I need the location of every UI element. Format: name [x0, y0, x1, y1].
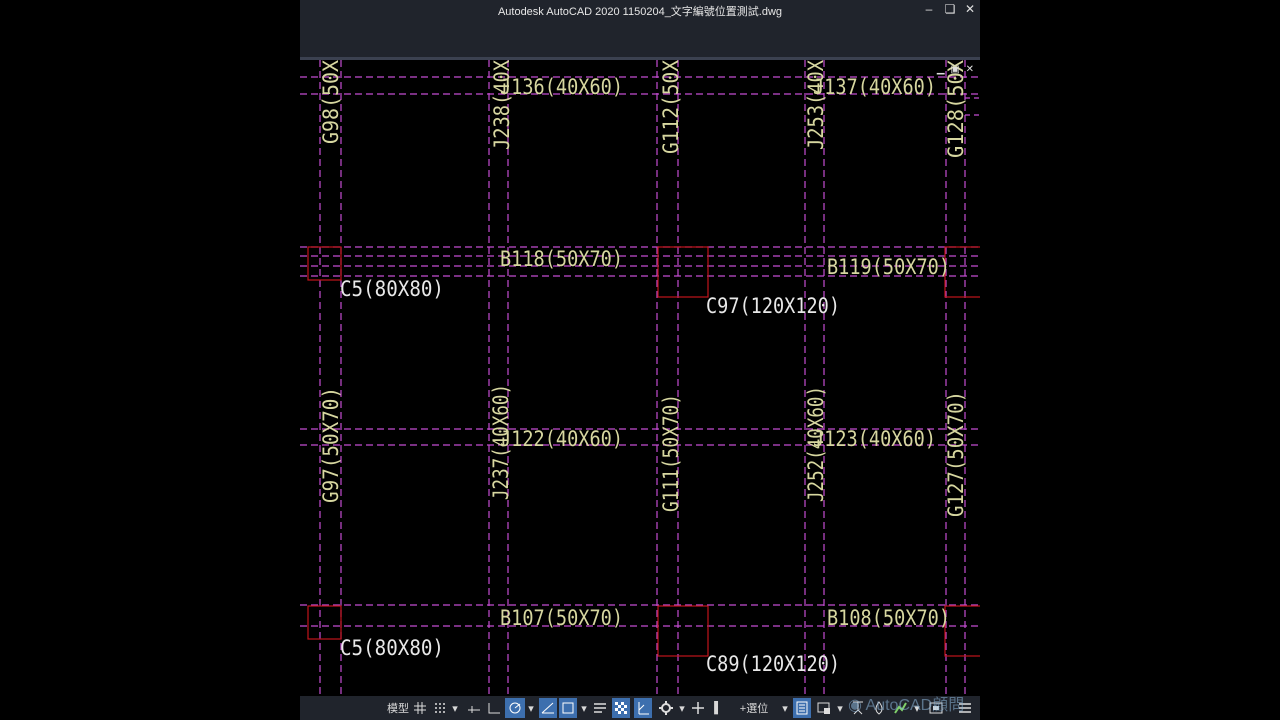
- minimize-icon[interactable]: –: [919, 1, 939, 17]
- beam-label: J123(40X60): [813, 427, 936, 451]
- window-title: Autodesk AutoCAD 2020 1150204_文字編號位置測試.d…: [497, 6, 783, 18]
- watermark-logo: ◉ AutoCAD顧問: [848, 697, 965, 714]
- girder-label: G112(50X: [659, 60, 683, 154]
- lineweight-icon[interactable]: [592, 698, 608, 718]
- beam-label: J136(40X60): [500, 75, 623, 99]
- columns: [307, 246, 980, 657]
- column-outline: [657, 605, 709, 657]
- column-label: C89(120X120): [706, 652, 840, 676]
- ortho-icon[interactable]: [505, 698, 525, 718]
- beam-gridlines: [300, 60, 980, 696]
- beam-label: B118(50X70): [500, 247, 623, 271]
- girder-label: G111(50X70): [659, 394, 683, 512]
- beam-label: B107(50X70): [500, 606, 623, 630]
- beam-label: B119(50X70): [827, 255, 950, 279]
- viewport-controls: ▁ ▣ ✕: [934, 64, 974, 75]
- beam-label: B108(50X70): [827, 606, 950, 630]
- drawing-canvas[interactable]: J136(40X60) J137(40X60) B118(50X70) B119(50…: [300, 60, 980, 696]
- units-icon[interactable]: [793, 698, 811, 718]
- gizmo-dropdown-icon[interactable]: ▾: [677, 698, 687, 718]
- column-outline: [944, 246, 980, 298]
- transparency-icon[interactable]: [612, 698, 630, 718]
- gizmo-icon[interactable]: [656, 698, 676, 718]
- infer-constraints-icon[interactable]: [466, 698, 482, 718]
- viewport-restore-icon[interactable]: ▣: [950, 64, 959, 75]
- girder-label: J238(40X: [490, 60, 514, 150]
- isodraft-icon[interactable]: [559, 698, 577, 718]
- close-icon[interactable]: ✕: [960, 1, 980, 17]
- column-outline: [307, 246, 342, 281]
- snap-icon[interactable]: [432, 698, 448, 718]
- column-outline: [307, 605, 342, 640]
- viewport-minimize-icon[interactable]: ▁: [937, 64, 945, 75]
- polar-tracking-icon[interactable]: [539, 698, 557, 718]
- polar-dropdown-icon[interactable]: ▾: [526, 698, 536, 718]
- workspace-dropdown-icon[interactable]: ▾: [835, 698, 845, 718]
- drawing-labels: J136(40X60) J137(40X60) B118(50X70) B119(50…: [319, 60, 968, 676]
- selection-cycling-icon[interactable]: [634, 698, 652, 718]
- annotation-monitor-icon[interactable]: [690, 698, 706, 718]
- separator-bar: ▌: [714, 702, 722, 714]
- restore-icon[interactable]: ❏: [940, 1, 960, 17]
- column-outline: [944, 605, 980, 657]
- girder-label: J237(40X60): [489, 384, 513, 500]
- girder-label: G98(50X: [319, 60, 343, 144]
- grid-icon[interactable]: [412, 698, 428, 718]
- girder-label: J252(40X60): [804, 386, 828, 502]
- model-space-button[interactable]: 模型: [386, 698, 410, 718]
- quick-properties-icon[interactable]: [815, 698, 833, 718]
- watermark-text: AutoCAD顧問: [865, 697, 965, 714]
- girder-label: J253(40X: [804, 60, 828, 150]
- autocad-window: Autodesk AutoCAD 2020 1150204_文字編號位置測試.d…: [300, 0, 980, 720]
- dynamic-input-icon[interactable]: [486, 698, 502, 718]
- beam-label: J137(40X60): [813, 75, 936, 99]
- osnap-dropdown-icon[interactable]: ▾: [579, 698, 589, 718]
- beam-label: J122(40X60): [500, 427, 623, 451]
- column-label: C97(120X120): [706, 294, 840, 318]
- column-label: C5(80X80): [340, 636, 444, 660]
- viewport-close-icon[interactable]: ✕: [966, 64, 974, 75]
- select-filter-button[interactable]: +選位: [734, 698, 774, 718]
- girder-label: G127(50X70): [944, 391, 968, 517]
- title-bar: Autodesk AutoCAD 2020 1150204_文字編號位置測試.d…: [300, 0, 980, 57]
- select-dropdown-icon[interactable]: ▾: [780, 698, 790, 718]
- column-label: C5(80X80): [340, 277, 444, 301]
- column-outline: [657, 246, 709, 298]
- snap-dropdown-icon[interactable]: ▾: [450, 698, 460, 718]
- girder-label: G97(50X70): [319, 387, 343, 503]
